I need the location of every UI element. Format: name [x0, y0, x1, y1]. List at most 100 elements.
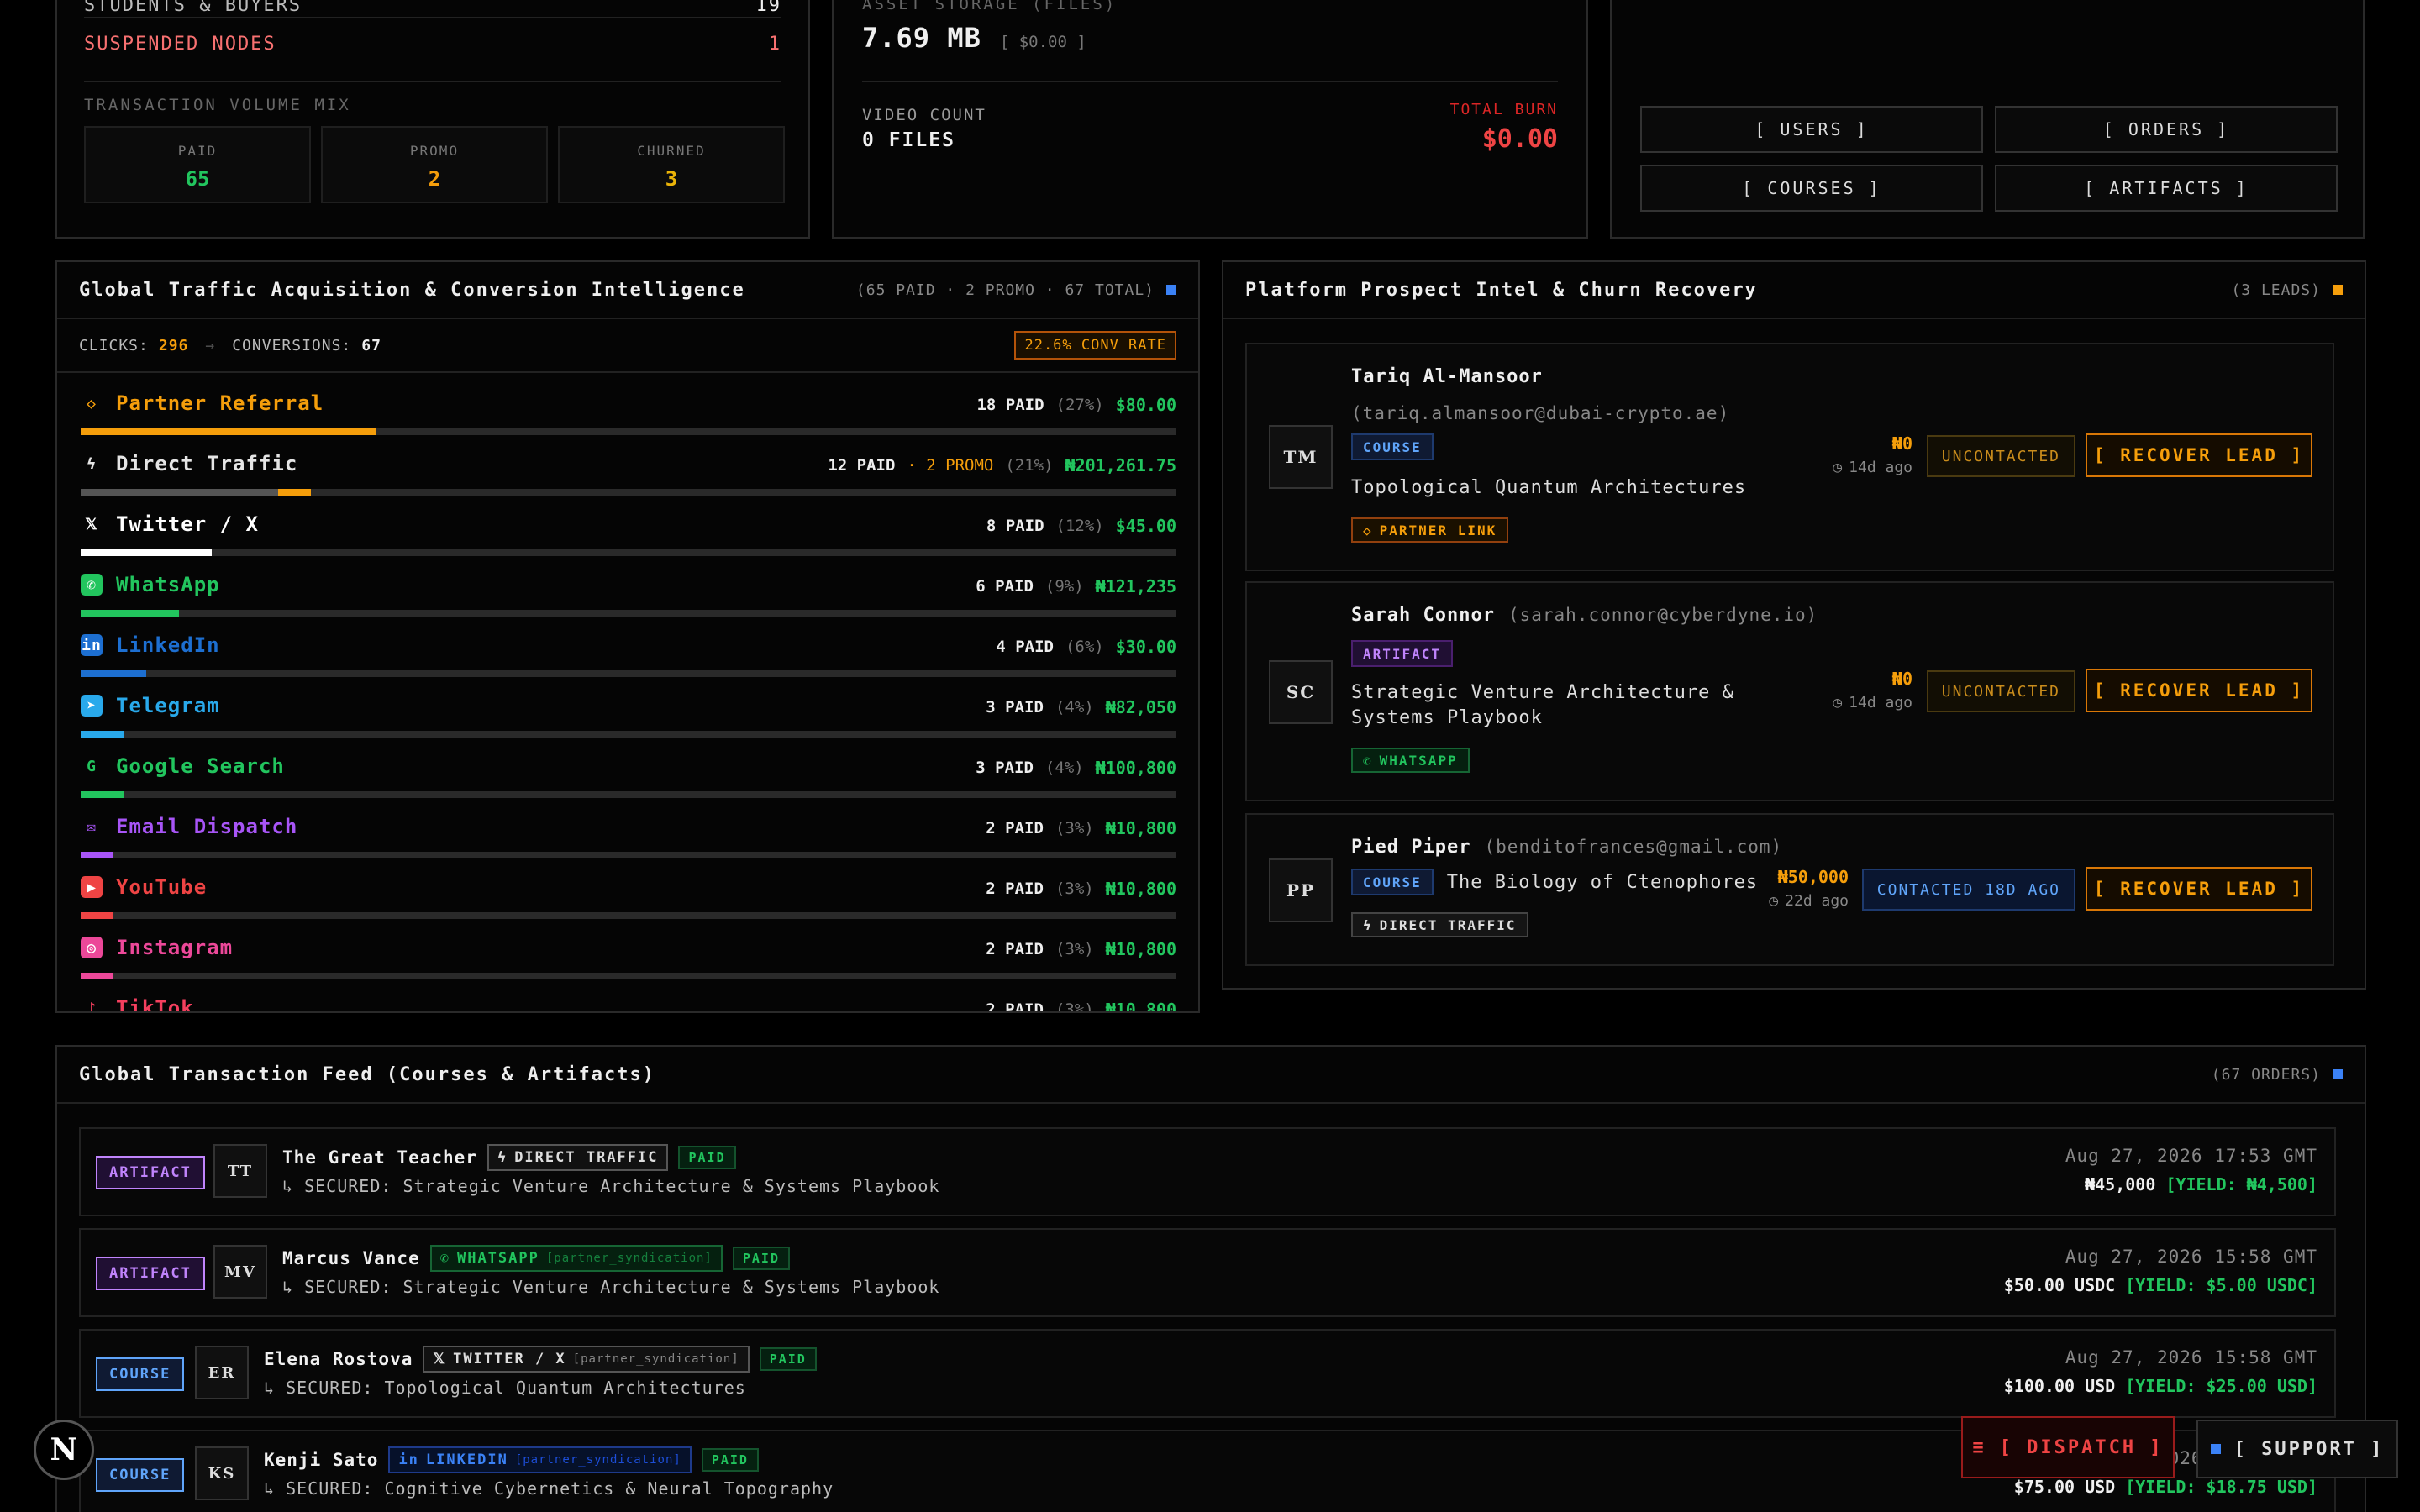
traffic-paid-count: 12 PAID	[828, 456, 896, 475]
traffic-source-row[interactable]: ◇ Partner Referral 18 PAID (27%) $80.00	[81, 386, 1176, 447]
recover-lead-button[interactable]: [ RECOVER LEAD ]	[2086, 669, 2312, 712]
transaction-amount: $75.00 USD	[2013, 1477, 2116, 1497]
traffic-source-name: Email Dispatch	[116, 815, 298, 838]
tiktok-icon: ♪	[87, 999, 97, 1013]
lead-product-row: COURSE The Biology of Ctenophores	[1351, 869, 1758, 895]
traffic-source-name: Telegram	[116, 694, 220, 717]
transaction-row[interactable]: ARTIFACT TT The Great Teacher ϟ DIRECT T…	[79, 1127, 2336, 1216]
traffic-panel-header: Global Traffic Acquisition & Conversion …	[57, 262, 1198, 319]
artifacts-button[interactable]: [ ARTIFACTS ]	[1995, 165, 2338, 212]
lead-name: Pied Piper	[1351, 837, 1471, 858]
dispatch-button[interactable]: ≡ [ DISPATCH ]	[1961, 1416, 2175, 1478]
traffic-share: (3%)	[1055, 879, 1094, 898]
arrow-right-icon: →	[205, 336, 216, 354]
source-label: TWITTER / X	[453, 1351, 566, 1368]
avatar: PP	[1269, 858, 1333, 922]
traffic-share-bar	[81, 610, 1176, 617]
traffic-source-metrics: 3 PAID (4%) ₦82,050	[986, 697, 1176, 717]
traffic-revenue: $80.00	[1115, 395, 1176, 415]
traffic-share-bar	[81, 973, 1176, 979]
traffic-share-bar	[81, 549, 1176, 556]
users-button[interactable]: [ USERS ]	[1640, 106, 1983, 153]
lead-email: (benditofrances@gmail.com)	[1484, 837, 1783, 857]
traffic-source-row[interactable]: 𝕏 Twitter / X 8 PAID (12%) $45.00	[81, 507, 1176, 568]
traffic-paid-count: 18 PAID	[976, 396, 1044, 414]
asset-storage-cost: [ $0.00 ]	[999, 33, 1086, 51]
lead-age-text: 14d ago	[1849, 459, 1912, 476]
divider	[862, 81, 1558, 82]
lead-product-title: Topological Quantum Architectures	[1351, 477, 1747, 498]
traffic-revenue: ₦10,800	[1105, 818, 1176, 838]
lead-name: Tariq Al-Mansoor	[1351, 366, 1543, 387]
feed-panel-title: Global Transaction Feed (Courses & Artif…	[79, 1063, 656, 1085]
recover-lead-button[interactable]: [ RECOVER LEAD ]	[2086, 433, 2312, 477]
traffic-source-name: Direct Traffic	[116, 452, 298, 475]
traffic-source-row[interactable]: ➤ Telegram 3 PAID (4%) ₦82,050	[81, 689, 1176, 749]
orders-button[interactable]: [ ORDERS ]	[1995, 106, 2338, 153]
transaction-row[interactable]: COURSE ER Elena Rostova 𝕏 TWITTER / X [p…	[79, 1329, 2336, 1418]
recover-lead-button[interactable]: [ RECOVER LEAD ]	[2086, 867, 2312, 911]
traffic-share-fill	[81, 731, 125, 738]
mix-churned: CHURNED 3	[558, 126, 785, 203]
traffic-share: (27%)	[1055, 396, 1104, 414]
traffic-source-row[interactable]: ◎ Instagram 2 PAID (3%) ₦10,800	[81, 931, 1176, 991]
total-burn-value: $0.00	[1481, 124, 1558, 154]
mix-churned-label: CHURNED	[637, 143, 706, 159]
traffic-source-name: WhatsApp	[116, 573, 220, 596]
traffic-revenue: $30.00	[1115, 637, 1176, 657]
tag-icon: ◇	[87, 394, 97, 412]
traffic-source-name: Twitter / X	[116, 512, 259, 536]
status-badge: PAID	[759, 1347, 817, 1371]
traffic-share-fill	[81, 791, 125, 798]
traffic-source-row[interactable]: ♪ TikTok 2 PAID (3%) ₦10,800	[81, 991, 1176, 1013]
support-button[interactable]: [ SUPPORT ]	[2196, 1420, 2398, 1478]
total-burn-label: TOTAL BURN	[1449, 101, 1558, 118]
transaction-amount-row: ₦45,000 [YIELD: ₦4,500]	[2085, 1174, 2317, 1194]
lead-age: ◷ 14d ago	[1833, 694, 1912, 711]
traffic-source-row[interactable]: in LinkedIn 4 PAID (6%) $30.00	[81, 628, 1176, 689]
storage-panel: ASSET STORAGE (FILES) 7.69 MB [ $0.00 ] …	[832, 0, 1588, 239]
transaction-amount: $50.00 USDC	[2003, 1275, 2116, 1295]
avatar: ER	[195, 1346, 249, 1399]
traffic-share: (3%)	[1055, 1000, 1094, 1013]
lead-product-title: Strategic Venture Architecture & Systems…	[1351, 682, 1734, 728]
source-badge: in LINKEDIN [partner_syndication]	[388, 1446, 692, 1473]
dispatch-label: [ DISPATCH ]	[1999, 1436, 2164, 1458]
lead-name: Sarah Connor	[1351, 605, 1495, 626]
divider	[84, 17, 781, 18]
linkedin-icon: in	[81, 634, 103, 656]
status-badge: PAID	[732, 1247, 790, 1270]
bolt-icon: ϟ	[87, 454, 97, 473]
video-count-value: 0 FILES	[862, 129, 955, 151]
buyer-name: Marcus Vance	[282, 1248, 420, 1268]
traffic-source-row[interactable]: ϟ Direct Traffic 12 PAID · 2 PROMO (21%) ₦201…	[81, 447, 1176, 507]
bolt-icon: ϟ	[1363, 916, 1373, 933]
courses-button[interactable]: [ COURSES ]	[1640, 165, 1983, 212]
app-logo-button[interactable]: N	[34, 1420, 94, 1480]
support-label: [ SUPPORT ]	[2233, 1438, 2385, 1460]
mix-promo: PROMO 2	[321, 126, 548, 203]
traffic-source-metrics: 2 PAID (3%) ₦10,800	[986, 818, 1176, 838]
traffic-source-row[interactable]: G Google Search 3 PAID (4%) ₦100,800	[81, 749, 1176, 810]
suspended-label: SUSPENDED NODES	[84, 33, 276, 55]
traffic-source-row[interactable]: ✆ WhatsApp 6 PAID (9%) ₦121,235	[81, 568, 1176, 628]
traffic-source-name-wrap: ◇ Partner Referral	[81, 391, 324, 415]
lead-status-badge: UNCONTACTED	[1926, 435, 2075, 477]
traffic-revenue: ₦10,800	[1105, 879, 1176, 899]
platform-summary-panel: STUDENTS & BUYERS 19 SUSPENDED NODES 1 T…	[55, 0, 810, 239]
transaction-row[interactable]: ARTIFACT MV Marcus Vance ✆ WHATSAPP [par…	[79, 1228, 2336, 1317]
traffic-source-name: YouTube	[116, 875, 208, 899]
traffic-source-name-wrap: ✆ WhatsApp	[81, 573, 220, 596]
traffic-source-row[interactable]: ✉ Email Dispatch 2 PAID (3%) ₦10,800	[81, 810, 1176, 870]
lead-status-badge: CONTACTED 18D AGO	[1861, 869, 2075, 911]
traffic-source-row[interactable]: ▶ YouTube 2 PAID (3%) ₦10,800	[81, 870, 1176, 931]
traffic-source-name-wrap: ✉ Email Dispatch	[81, 815, 297, 838]
students-label: STUDENTS & BUYERS	[84, 0, 302, 16]
students-value: 19	[755, 0, 781, 16]
traffic-source-name-wrap: ▶ YouTube	[81, 875, 207, 899]
traffic-share-bar	[81, 428, 1176, 435]
mix-paid: PAID 65	[84, 126, 311, 203]
clock-icon: ◷	[1769, 892, 1779, 910]
transaction-amount: $100.00 USD	[2003, 1376, 2116, 1396]
lead-email: (sarah.connor@cyberdyne.io)	[1507, 605, 1818, 625]
